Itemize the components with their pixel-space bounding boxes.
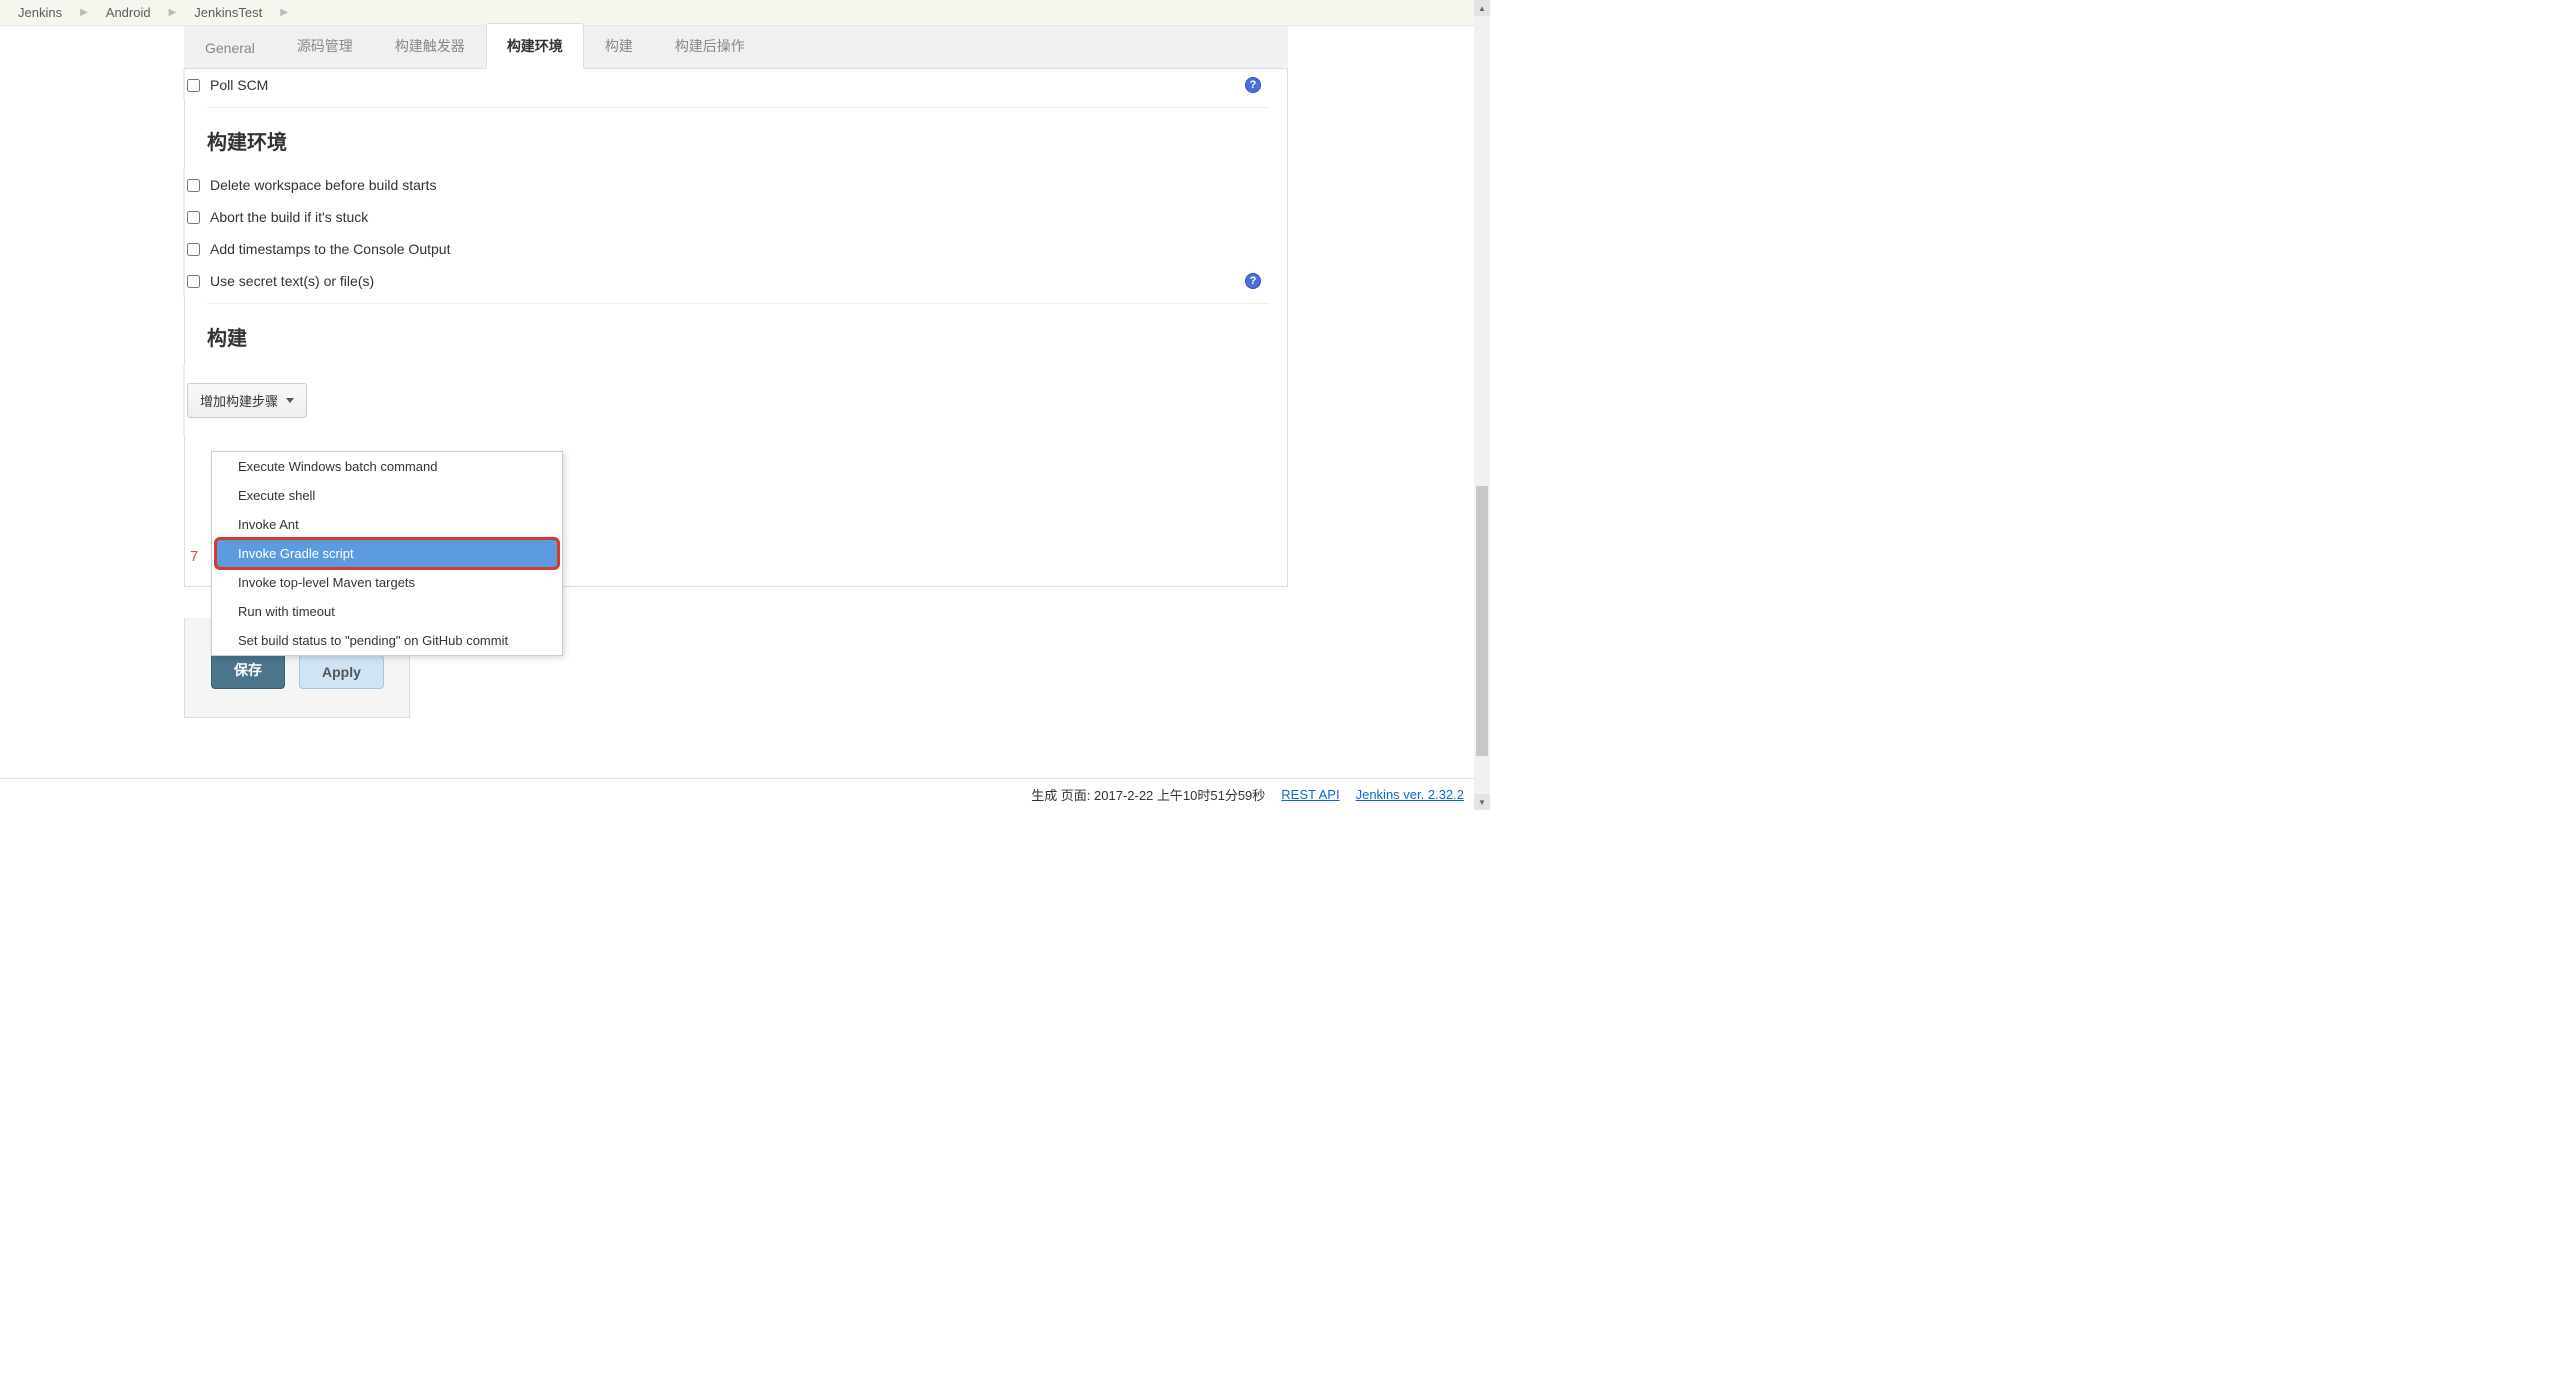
label-abort-stuck: Abort the build if it's stuck bbox=[210, 209, 368, 225]
scroll-thumb[interactable] bbox=[1476, 486, 1488, 756]
help-icon[interactable]: ? bbox=[1245, 273, 1261, 289]
scroll-up-arrow-icon[interactable]: ▲ bbox=[1474, 0, 1490, 16]
breadcrumb-separator-icon: ▶ bbox=[68, 7, 100, 18]
label-delete-ws: Delete workspace before build starts bbox=[210, 177, 436, 193]
breadcrumb-separator-icon: ▶ bbox=[157, 7, 189, 18]
row-abort-stuck: Abort the build if it's stuck bbox=[187, 201, 1269, 233]
tab-general[interactable]: General bbox=[184, 27, 276, 68]
crumb-jenkins[interactable]: Jenkins bbox=[12, 5, 68, 20]
menu-run-timeout[interactable]: Run with timeout bbox=[212, 597, 562, 626]
checkbox-timestamps[interactable] bbox=[187, 243, 200, 256]
footer-version-link[interactable]: Jenkins ver. 2.32.2 bbox=[1356, 787, 1464, 802]
tab-scm[interactable]: 源码管理 bbox=[276, 23, 374, 68]
label-timestamps: Add timestamps to the Console Output bbox=[210, 241, 450, 257]
menu-invoke-ant[interactable]: Invoke Ant bbox=[212, 510, 562, 539]
apply-button[interactable]: Apply bbox=[299, 655, 384, 689]
line-marker: 7 bbox=[190, 548, 198, 565]
add-build-step-label: 增加构建步骤 bbox=[200, 391, 278, 410]
footer-rest-api-link[interactable]: REST API bbox=[1281, 787, 1339, 802]
help-icon[interactable]: ? bbox=[1245, 77, 1261, 93]
build-step-menu: Execute Windows batch command Execute sh… bbox=[211, 451, 563, 656]
menu-exec-shell[interactable]: Execute shell bbox=[212, 481, 562, 510]
tab-build-env[interactable]: 构建环境 bbox=[486, 23, 584, 69]
footer-generated: 生成 页面: 2017-2-22 上午10时51分59秒 bbox=[1031, 785, 1265, 804]
menu-set-pending[interactable]: Set build status to "pending" on GitHub … bbox=[212, 626, 562, 655]
scroll-down-arrow-icon[interactable]: ▼ bbox=[1474, 794, 1490, 810]
tab-post-build[interactable]: 构建后操作 bbox=[654, 23, 766, 68]
page-footer: 生成 页面: 2017-2-22 上午10时51分59秒 REST API Je… bbox=[0, 778, 1474, 810]
label-poll-scm: Poll SCM bbox=[210, 77, 268, 93]
row-secret: Use secret text(s) or file(s) ? bbox=[187, 265, 1269, 297]
config-tabs: General 源码管理 构建触发器 构建环境 构建 构建后操作 bbox=[184, 26, 1288, 69]
heading-build-env: 构建环境 bbox=[207, 108, 1269, 169]
checkbox-poll-scm[interactable] bbox=[187, 79, 200, 92]
checkbox-delete-ws[interactable] bbox=[187, 179, 200, 192]
add-build-step-button[interactable]: 增加构建步骤 bbox=[187, 383, 307, 418]
menu-invoke-maven[interactable]: Invoke top-level Maven targets bbox=[212, 568, 562, 597]
checkbox-secret[interactable] bbox=[187, 275, 200, 288]
vertical-scrollbar[interactable]: ▲ ▼ bbox=[1474, 0, 1490, 810]
checkbox-abort-stuck[interactable] bbox=[187, 211, 200, 224]
crumb-android[interactable]: Android bbox=[100, 5, 157, 20]
crumb-jenkinstest[interactable]: JenkinsTest bbox=[188, 5, 268, 20]
tab-build[interactable]: 构建 bbox=[584, 23, 654, 68]
breadcrumb-separator-icon: ▶ bbox=[268, 7, 300, 18]
tab-triggers[interactable]: 构建触发器 bbox=[374, 23, 486, 68]
menu-invoke-gradle[interactable]: Invoke Gradle script bbox=[216, 539, 558, 568]
heading-build: 构建 bbox=[207, 304, 1269, 365]
scroll-track[interactable] bbox=[1474, 16, 1490, 794]
row-timestamps: Add timestamps to the Console Output bbox=[187, 233, 1269, 265]
label-secret: Use secret text(s) or file(s) bbox=[210, 273, 374, 289]
row-poll-scm: Poll SCM ? bbox=[187, 69, 1269, 101]
caret-down-icon bbox=[286, 398, 294, 403]
row-delete-ws: Delete workspace before build starts bbox=[187, 169, 1269, 201]
save-button[interactable]: 保存 bbox=[211, 651, 285, 689]
menu-exec-windows[interactable]: Execute Windows batch command bbox=[212, 452, 562, 481]
